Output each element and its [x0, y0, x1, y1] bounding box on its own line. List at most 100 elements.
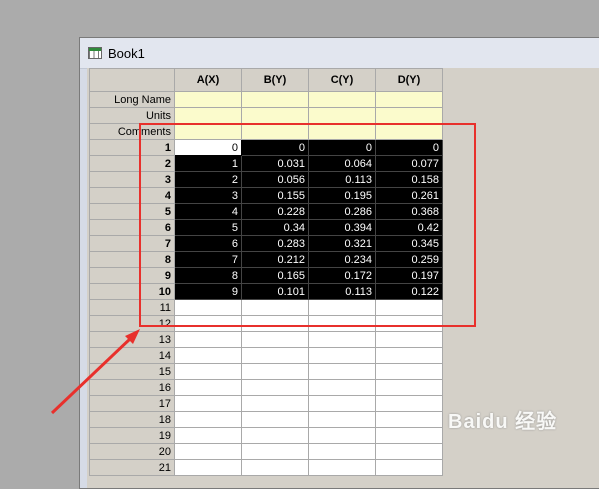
- data-cell[interactable]: 0.394: [308, 219, 376, 236]
- data-cell[interactable]: 0.077: [375, 155, 443, 172]
- empty-cell[interactable]: [174, 379, 242, 396]
- empty-cell[interactable]: [375, 459, 443, 476]
- data-cell[interactable]: 4: [174, 203, 242, 220]
- data-cell[interactable]: 7: [174, 251, 242, 268]
- empty-cell[interactable]: [375, 379, 443, 396]
- data-cell[interactable]: 5: [174, 219, 242, 236]
- data-cell[interactable]: 0.234: [308, 251, 376, 268]
- empty-cell[interactable]: [241, 427, 309, 444]
- empty-cell[interactable]: [241, 315, 309, 332]
- row-number[interactable]: 5: [89, 203, 175, 220]
- row-number[interactable]: 1: [89, 139, 175, 156]
- data-cell[interactable]: 0.158: [375, 171, 443, 188]
- empty-cell[interactable]: [308, 315, 376, 332]
- column-header[interactable]: A(X): [174, 68, 242, 92]
- row-number[interactable]: 3: [89, 171, 175, 188]
- meta-cell[interactable]: [308, 91, 376, 108]
- meta-cell[interactable]: [174, 107, 242, 124]
- empty-cell[interactable]: [174, 395, 242, 412]
- empty-cell[interactable]: [241, 363, 309, 380]
- meta-cell[interactable]: [241, 107, 309, 124]
- empty-cell[interactable]: [308, 459, 376, 476]
- meta-cell[interactable]: [308, 123, 376, 140]
- data-cell[interactable]: 0.321: [308, 235, 376, 252]
- row-number[interactable]: 19: [89, 427, 175, 444]
- empty-cell[interactable]: [308, 363, 376, 380]
- empty-cell[interactable]: [174, 299, 242, 316]
- column-header[interactable]: B(Y): [241, 68, 309, 92]
- meta-cell[interactable]: [174, 123, 242, 140]
- data-cell[interactable]: 0.368: [375, 203, 443, 220]
- empty-cell[interactable]: [308, 411, 376, 428]
- empty-cell[interactable]: [241, 411, 309, 428]
- row-number[interactable]: 20: [89, 443, 175, 460]
- meta-cell[interactable]: [375, 107, 443, 124]
- column-header[interactable]: C(Y): [308, 68, 376, 92]
- meta-cell[interactable]: [241, 91, 309, 108]
- row-number[interactable]: 6: [89, 219, 175, 236]
- data-cell[interactable]: 0.345: [375, 235, 443, 252]
- empty-cell[interactable]: [174, 443, 242, 460]
- data-cell[interactable]: 0.261: [375, 187, 443, 204]
- data-cell[interactable]: 0.165: [241, 267, 309, 284]
- empty-cell[interactable]: [375, 299, 443, 316]
- data-cell[interactable]: 0.122: [375, 283, 443, 300]
- empty-cell[interactable]: [375, 315, 443, 332]
- data-cell[interactable]: 0.031: [241, 155, 309, 172]
- empty-cell[interactable]: [308, 331, 376, 348]
- data-cell[interactable]: 0: [174, 139, 242, 156]
- empty-cell[interactable]: [241, 331, 309, 348]
- row-number[interactable]: 9: [89, 267, 175, 284]
- empty-cell[interactable]: [241, 443, 309, 460]
- meta-row-label[interactable]: Comments: [89, 123, 175, 140]
- empty-cell[interactable]: [375, 347, 443, 364]
- empty-cell[interactable]: [174, 427, 242, 444]
- row-number[interactable]: 11: [89, 299, 175, 316]
- row-number[interactable]: 8: [89, 251, 175, 268]
- empty-cell[interactable]: [174, 411, 242, 428]
- empty-cell[interactable]: [375, 331, 443, 348]
- empty-cell[interactable]: [308, 379, 376, 396]
- meta-cell[interactable]: [308, 107, 376, 124]
- data-cell[interactable]: 0.113: [308, 283, 376, 300]
- empty-cell[interactable]: [308, 299, 376, 316]
- empty-cell[interactable]: [174, 347, 242, 364]
- data-cell[interactable]: 0: [375, 139, 443, 156]
- data-cell[interactable]: 0.172: [308, 267, 376, 284]
- empty-cell[interactable]: [241, 299, 309, 316]
- data-cell[interactable]: 0.113: [308, 171, 376, 188]
- data-cell[interactable]: 0.197: [375, 267, 443, 284]
- data-cell[interactable]: 3: [174, 187, 242, 204]
- data-cell[interactable]: 0.42: [375, 219, 443, 236]
- row-number[interactable]: 12: [89, 315, 175, 332]
- data-cell[interactable]: 6: [174, 235, 242, 252]
- data-cell[interactable]: 0.259: [375, 251, 443, 268]
- empty-cell[interactable]: [241, 347, 309, 364]
- meta-cell[interactable]: [241, 123, 309, 140]
- empty-cell[interactable]: [308, 395, 376, 412]
- data-cell[interactable]: 0.101: [241, 283, 309, 300]
- empty-cell[interactable]: [308, 427, 376, 444]
- corner-cell[interactable]: [89, 68, 175, 92]
- data-cell[interactable]: 0.34: [241, 219, 309, 236]
- row-number[interactable]: 16: [89, 379, 175, 396]
- data-cell[interactable]: 2: [174, 171, 242, 188]
- empty-cell[interactable]: [174, 331, 242, 348]
- data-cell[interactable]: 0.283: [241, 235, 309, 252]
- window-titlebar[interactable]: Book1: [80, 38, 599, 69]
- column-header[interactable]: D(Y): [375, 68, 443, 92]
- empty-cell[interactable]: [174, 315, 242, 332]
- empty-cell[interactable]: [241, 459, 309, 476]
- empty-cell[interactable]: [375, 427, 443, 444]
- data-cell[interactable]: 0: [241, 139, 309, 156]
- empty-cell[interactable]: [174, 459, 242, 476]
- meta-row-label[interactable]: Long Name: [89, 91, 175, 108]
- empty-cell[interactable]: [375, 443, 443, 460]
- data-cell[interactable]: 0.195: [308, 187, 376, 204]
- row-number[interactable]: 2: [89, 155, 175, 172]
- data-cell[interactable]: 1: [174, 155, 242, 172]
- meta-row-label[interactable]: Units: [89, 107, 175, 124]
- empty-cell[interactable]: [241, 395, 309, 412]
- empty-cell[interactable]: [174, 363, 242, 380]
- data-cell[interactable]: 0.286: [308, 203, 376, 220]
